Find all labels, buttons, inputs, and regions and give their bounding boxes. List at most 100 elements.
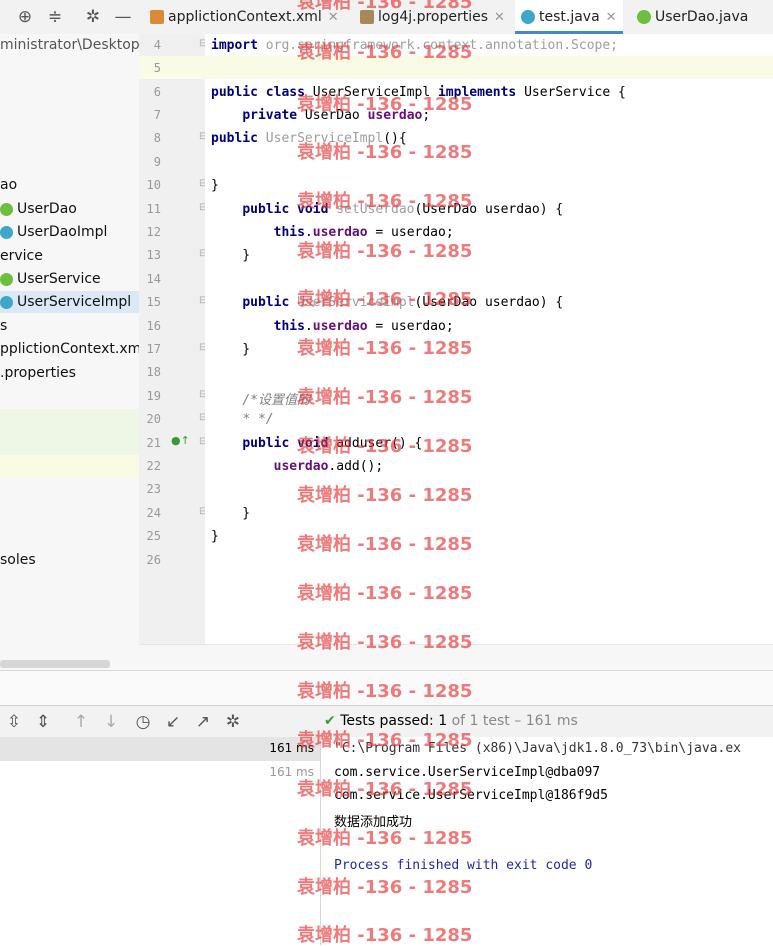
gear-icon[interactable]: ✲ [82, 6, 104, 28]
interface-icon [0, 272, 13, 286]
console-exit-line: Process finished with exit code 0 [334, 858, 593, 873]
line-number: 26 [146, 553, 161, 567]
tree-item-properties[interactable]: .properties [0, 362, 76, 384]
code-line: } [211, 178, 219, 193]
line-number: 8 [153, 131, 161, 145]
line-number: 17 [146, 342, 161, 356]
minimize-icon[interactable]: — [112, 6, 134, 28]
close-icon[interactable]: ✕ [328, 10, 339, 25]
tab-label: applictionContext.xml [168, 9, 322, 25]
console-output[interactable]: "C:\Program Files (x86)\Java\jdk1.8.0_73… [321, 737, 773, 945]
console-line: "C:\Program Files (x86)\Java\jdk1.8.0_73… [334, 741, 741, 756]
collapse-icon[interactable]: ≑ [44, 6, 66, 28]
line-number: 13 [146, 248, 161, 262]
code-line: public UserServiceImpl(UserDao userdao) … [242, 295, 564, 310]
editor-breadcrumb-bar [139, 644, 773, 671]
line-number: 21 [146, 436, 161, 450]
code-editor[interactable]: import org.springframework.context.annot… [205, 34, 773, 670]
export-icon[interactable]: ↗ [192, 711, 214, 733]
console-line: 数据添加成功 [334, 815, 413, 830]
test-duration: 161 ms [269, 741, 314, 755]
line-number: 4 [153, 38, 161, 52]
xml-file-icon [150, 10, 164, 24]
line-number: 22 [146, 459, 161, 473]
tests-total: of 1 test – 161 ms [451, 713, 578, 729]
run-toolbar: ⇳ ⇕ ↑ ↓ ◷ ↙ ↗ ✲ ✔ Tests passed: 1 of 1 t… [0, 705, 773, 738]
current-line-highlight [205, 56, 773, 79]
collapse-all-icon[interactable]: ⇕ [32, 711, 54, 733]
project-path: ministrator\Desktop\c [0, 37, 140, 53]
code-line: } [211, 248, 251, 263]
horizontal-scrollbar[interactable] [0, 660, 110, 668]
project-panel: ministrator\Desktop\c ao UserDao UserDao… [0, 34, 140, 670]
tab-userdao-java[interactable]: UserDao.java [637, 0, 748, 34]
code-line: } [211, 506, 251, 521]
import-icon[interactable]: ↙ [162, 711, 184, 733]
class-icon [0, 225, 13, 239]
line-number: 7 [153, 108, 161, 122]
tree-item-dao[interactable]: ao [0, 174, 17, 196]
tab-label: UserDao.java [655, 9, 749, 25]
close-icon[interactable]: ✕ [494, 10, 505, 25]
interface-icon [0, 202, 13, 216]
editor-gutter: 4 5 6 7 8 9 10 11 12 13 14 15 16 17 18 1… [139, 34, 207, 670]
tree-item-context-xml[interactable]: pplictionContext.xml [0, 338, 139, 360]
test-results-tree: 161 ms 161 ms [0, 737, 321, 945]
implemented-method-icon[interactable]: ●↑ [171, 434, 190, 447]
code-line: public void adduser() { [242, 436, 423, 451]
code-line: this.userdao = userdao; [273, 225, 454, 240]
checkmark-icon: ✔ [324, 713, 336, 729]
console-line: com.service.UserServiceImpl@dba097 [334, 765, 601, 780]
java-class-icon [521, 10, 535, 24]
expand-all-icon[interactable]: ⇳ [3, 711, 25, 733]
line-number: 11 [146, 202, 161, 216]
tree-item-userdao[interactable]: UserDao [0, 198, 77, 220]
history-icon[interactable]: ◷ [132, 711, 154, 733]
settings-icon[interactable]: ✲ [222, 711, 244, 733]
code-line: } [211, 342, 251, 357]
line-number: 5 [153, 61, 161, 75]
code-line: this.userdao = userdao; [273, 319, 454, 334]
line-number: 15 [146, 295, 161, 309]
code-line: public class UserServiceImpl implements … [211, 85, 626, 100]
crosshair-icon[interactable]: ⊕ [14, 6, 36, 28]
arrow-down-icon[interactable]: ↓ [100, 711, 122, 733]
line-number: 23 [146, 482, 161, 496]
line-number: 9 [153, 155, 161, 169]
test-status: ✔ Tests passed: 1 of 1 test – 161 ms [324, 713, 578, 729]
code-line: /*设置值的 [242, 393, 310, 408]
code-line: userdao.add(); [273, 459, 384, 474]
tab-label: log4j.properties [378, 9, 489, 25]
tab-test-java[interactable]: test.java ✕ [515, 0, 623, 34]
code-line: } [211, 529, 219, 544]
console-line: com.service.UserServiceImpl@186f9d5 [334, 788, 608, 803]
code-line: * */ [242, 412, 274, 427]
line-number: 6 [153, 85, 161, 99]
line-number: 10 [146, 178, 161, 192]
code-line: public UserServiceImpl(){ [211, 131, 407, 146]
line-number: 20 [146, 412, 161, 426]
current-row-bg [0, 455, 139, 478]
line-number: 19 [146, 389, 161, 403]
tests-passed-count: 1 [438, 713, 448, 729]
tree-item-service[interactable]: ervice [0, 245, 43, 267]
arrow-up-icon[interactable]: ↑ [70, 711, 92, 733]
code-line: private UserDao userdao; [242, 108, 431, 123]
tree-item-consoles[interactable]: soles [0, 549, 36, 571]
line-number: 18 [146, 365, 161, 379]
tree-item-s[interactable]: s [0, 315, 7, 337]
panel-divider [0, 670, 773, 706]
java-interface-icon [637, 10, 651, 24]
tree-item-userservice[interactable]: UserService [0, 268, 101, 290]
changed-rows-bg [0, 409, 139, 455]
code-line: public void setUserdao(UserDao userdao) … [242, 202, 564, 217]
tree-item-userdaoimpl[interactable]: UserDaoImpl [0, 221, 107, 243]
tree-item-userserviceimpl[interactable]: UserServiceImpl [0, 291, 131, 313]
properties-file-icon [360, 10, 374, 24]
close-icon[interactable]: ✕ [606, 10, 617, 25]
tab-log4j[interactable]: log4j.properties ✕ [360, 0, 505, 34]
line-number: 24 [146, 506, 161, 520]
tab-appliction-context[interactable]: applictionContext.xml ✕ [150, 0, 339, 34]
tests-passed-label: Tests passed: [340, 713, 434, 729]
line-number: 14 [146, 272, 161, 286]
